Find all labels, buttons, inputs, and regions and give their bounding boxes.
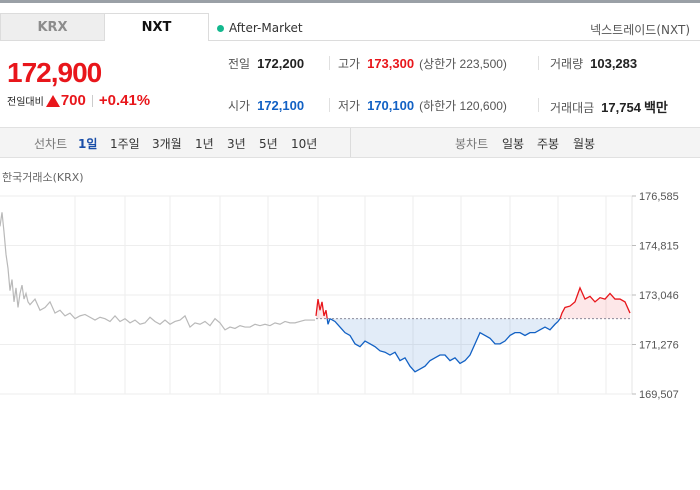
y-tick-label: 173,046: [639, 290, 679, 302]
y-tick-label: 176,585: [639, 191, 679, 203]
y-tick-label: 169,507: [639, 389, 679, 401]
y-axis-ticks: 176,585 174,815 173,046 171,276 169,507: [632, 191, 679, 401]
y-tick-label: 171,276: [639, 340, 679, 352]
chart-lines: [0, 212, 631, 373]
price-chart: 176,585 174,815 173,046 171,276 169,507: [0, 191, 679, 401]
chart-fills: [316, 287, 630, 372]
area-fill-up: [560, 287, 630, 319]
chart-grid: [0, 195, 633, 395]
y-tick-label: 174,815: [639, 241, 679, 253]
